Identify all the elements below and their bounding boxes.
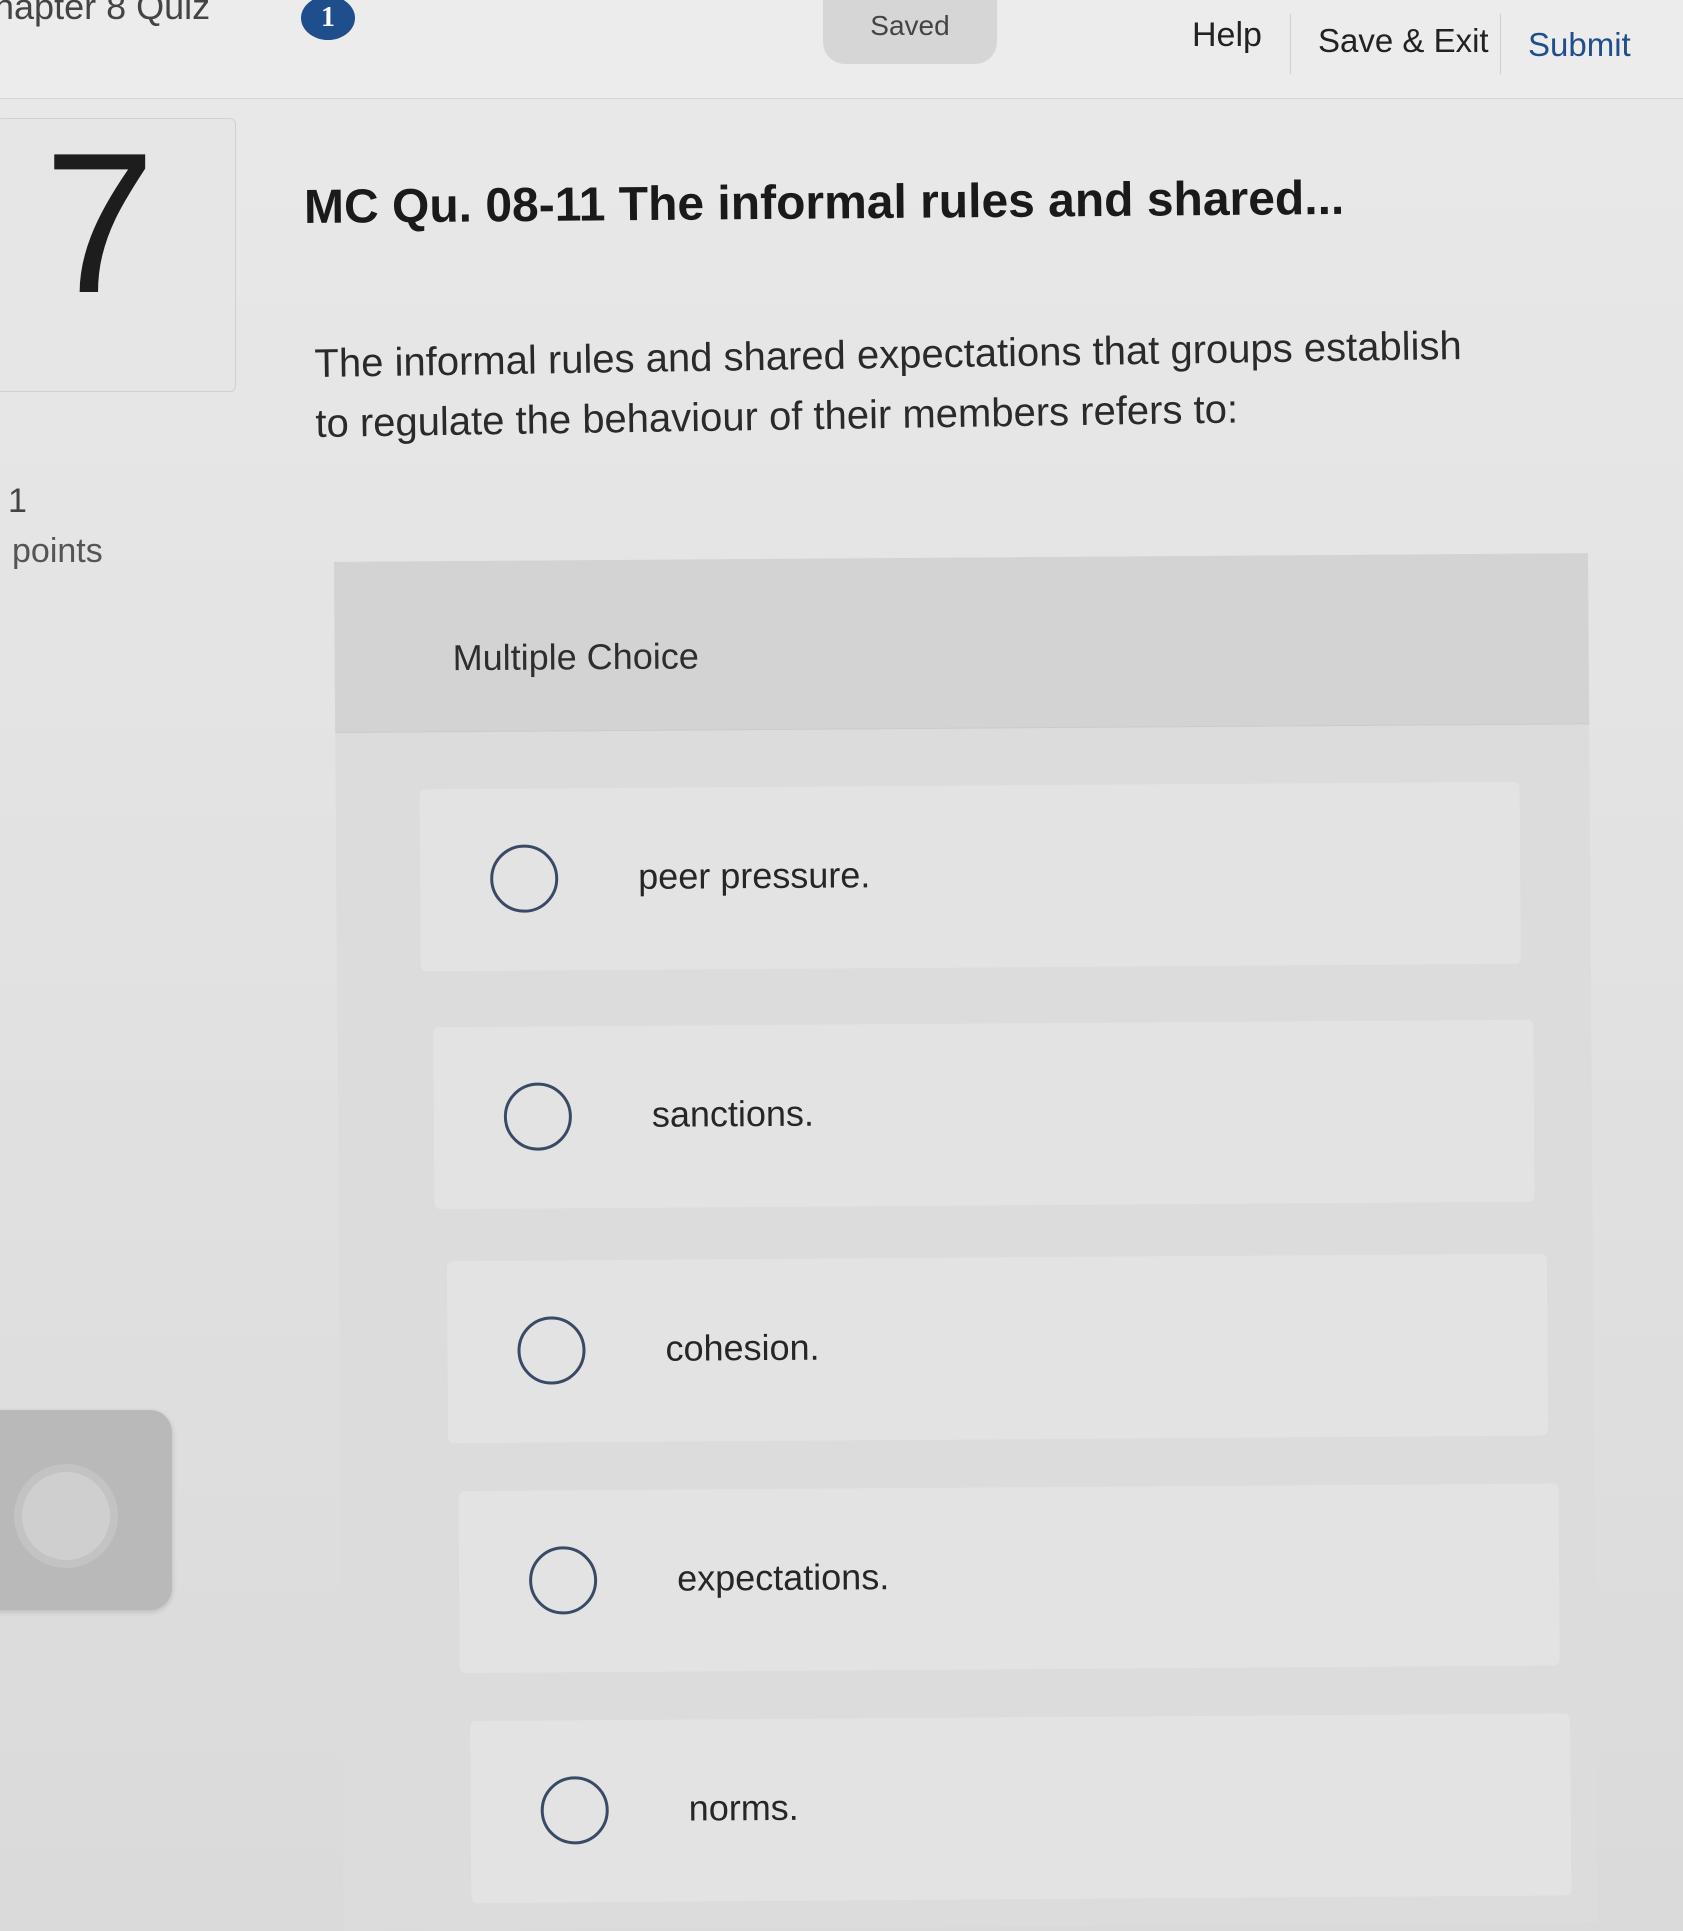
answer-panel-header: Multiple Choice — [334, 553, 1590, 733]
points-value: 1 — [8, 482, 27, 520]
info-badge-icon[interactable]: 1 — [301, 0, 355, 40]
save-exit-button[interactable]: Save & Exit — [1318, 22, 1489, 60]
side-tab-handle[interactable] — [0, 1410, 172, 1610]
saved-status: Saved — [823, 0, 997, 64]
radio-circle-icon[interactable] — [489, 844, 559, 913]
submit-button[interactable]: Submit — [1528, 26, 1631, 64]
radio-circle-icon[interactable] — [528, 1546, 598, 1615]
choice-label: norms. — [688, 1786, 799, 1829]
divider — [1500, 14, 1501, 74]
choice-label: sanctions. — [651, 1092, 815, 1135]
circle-icon — [14, 1464, 118, 1568]
choice-label: peer pressure. — [638, 854, 871, 897]
choice-option[interactable]: peer pressure. — [419, 781, 1521, 972]
choice-label: expectations. — [676, 1556, 890, 1599]
choice-option[interactable]: sanctions. — [433, 1019, 1535, 1210]
radio-circle-icon[interactable] — [540, 1776, 609, 1845]
radio-circle-icon[interactable] — [503, 1082, 573, 1151]
question-number: 7 — [44, 112, 156, 335]
answer-panel: Multiple Choice peer pressure. sanctions… — [334, 553, 1598, 1931]
question-text: The informal rules and shared expectatio… — [314, 323, 1463, 446]
help-button[interactable]: Help — [1192, 16, 1262, 55]
question-title: MC Qu. 08-11 The informal rules and shar… — [303, 171, 1345, 234]
divider — [1290, 14, 1291, 74]
quiz-title: hapter 8 Quiz — [0, 0, 211, 27]
radio-circle-icon[interactable] — [517, 1316, 586, 1385]
question-type-label: Multiple Choice — [452, 635, 699, 679]
top-bar: hapter 8 Quiz 1 Saved Help Save & Exit S… — [0, 0, 1683, 99]
choice-option[interactable]: norms. — [470, 1713, 1572, 1904]
choice-label: cohesion. — [665, 1326, 820, 1369]
choice-option[interactable]: expectations. — [458, 1483, 1560, 1674]
points-label: points — [12, 532, 103, 570]
choice-option[interactable]: cohesion. — [446, 1253, 1549, 1444]
